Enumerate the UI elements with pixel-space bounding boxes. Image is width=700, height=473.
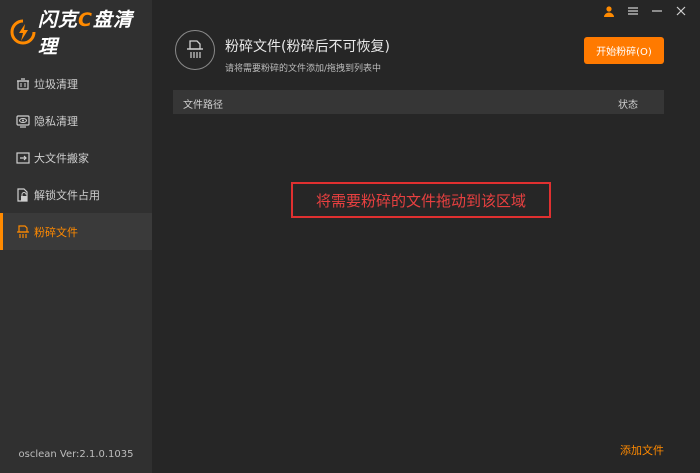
page-subtitle: 请将需要粉碎的文件添加/拖拽到列表中 xyxy=(225,64,382,74)
sidebar: 闪克C盘清理 垃圾清理 隐私清理 大文件搬家 解锁文件占用 粉碎文件 oscle… xyxy=(0,0,152,473)
app-logo: 闪克C盘清理 xyxy=(10,9,152,58)
user-icon[interactable] xyxy=(602,4,616,18)
sidebar-item-label: 粉碎文件 xyxy=(34,225,78,239)
move-file-icon xyxy=(16,151,30,165)
close-icon[interactable] xyxy=(674,4,688,18)
menu-icon[interactable] xyxy=(626,4,640,18)
add-file-link[interactable]: 添加文件 xyxy=(620,442,664,458)
sidebar-nav: 垃圾清理 隐私清理 大文件搬家 解锁文件占用 粉碎文件 xyxy=(0,65,152,250)
sidebar-item-privacy-clean[interactable]: 隐私清理 xyxy=(0,102,152,139)
sidebar-item-large-file-move[interactable]: 大文件搬家 xyxy=(0,139,152,176)
minimize-icon[interactable] xyxy=(650,4,664,18)
column-header-status: 状态 xyxy=(618,100,638,111)
lightning-logo-icon xyxy=(10,19,36,45)
shred-icon xyxy=(16,224,30,239)
file-table-header: 文件路径 状态 xyxy=(173,90,664,114)
version-label: osclean Ver:2.1.0.1035 xyxy=(18,449,134,460)
sidebar-item-label: 隐私清理 xyxy=(34,114,78,128)
unlock-file-icon xyxy=(16,187,30,202)
sidebar-item-shred-file[interactable]: 粉碎文件 xyxy=(0,213,152,250)
page-title: 粉碎文件(粉碎后不可恢复) xyxy=(225,39,390,55)
drop-zone-hint: 将需要粉碎的文件拖动到该区域 xyxy=(291,182,551,218)
column-header-path: 文件路径 xyxy=(183,100,223,111)
sidebar-item-junk-clean[interactable]: 垃圾清理 xyxy=(0,65,152,102)
sidebar-item-label: 解锁文件占用 xyxy=(34,188,100,202)
sidebar-item-label: 垃圾清理 xyxy=(34,77,78,91)
eye-icon xyxy=(16,114,30,128)
window-controls xyxy=(602,4,688,18)
shredder-header-icon xyxy=(175,30,215,70)
trash-icon xyxy=(16,77,30,91)
sidebar-item-unlock-file[interactable]: 解锁文件占用 xyxy=(0,176,152,213)
start-shred-button[interactable]: 开始粉碎(O) xyxy=(584,37,664,64)
sidebar-item-label: 大文件搬家 xyxy=(34,151,89,165)
app-name: 闪克C盘清理 xyxy=(38,9,133,58)
